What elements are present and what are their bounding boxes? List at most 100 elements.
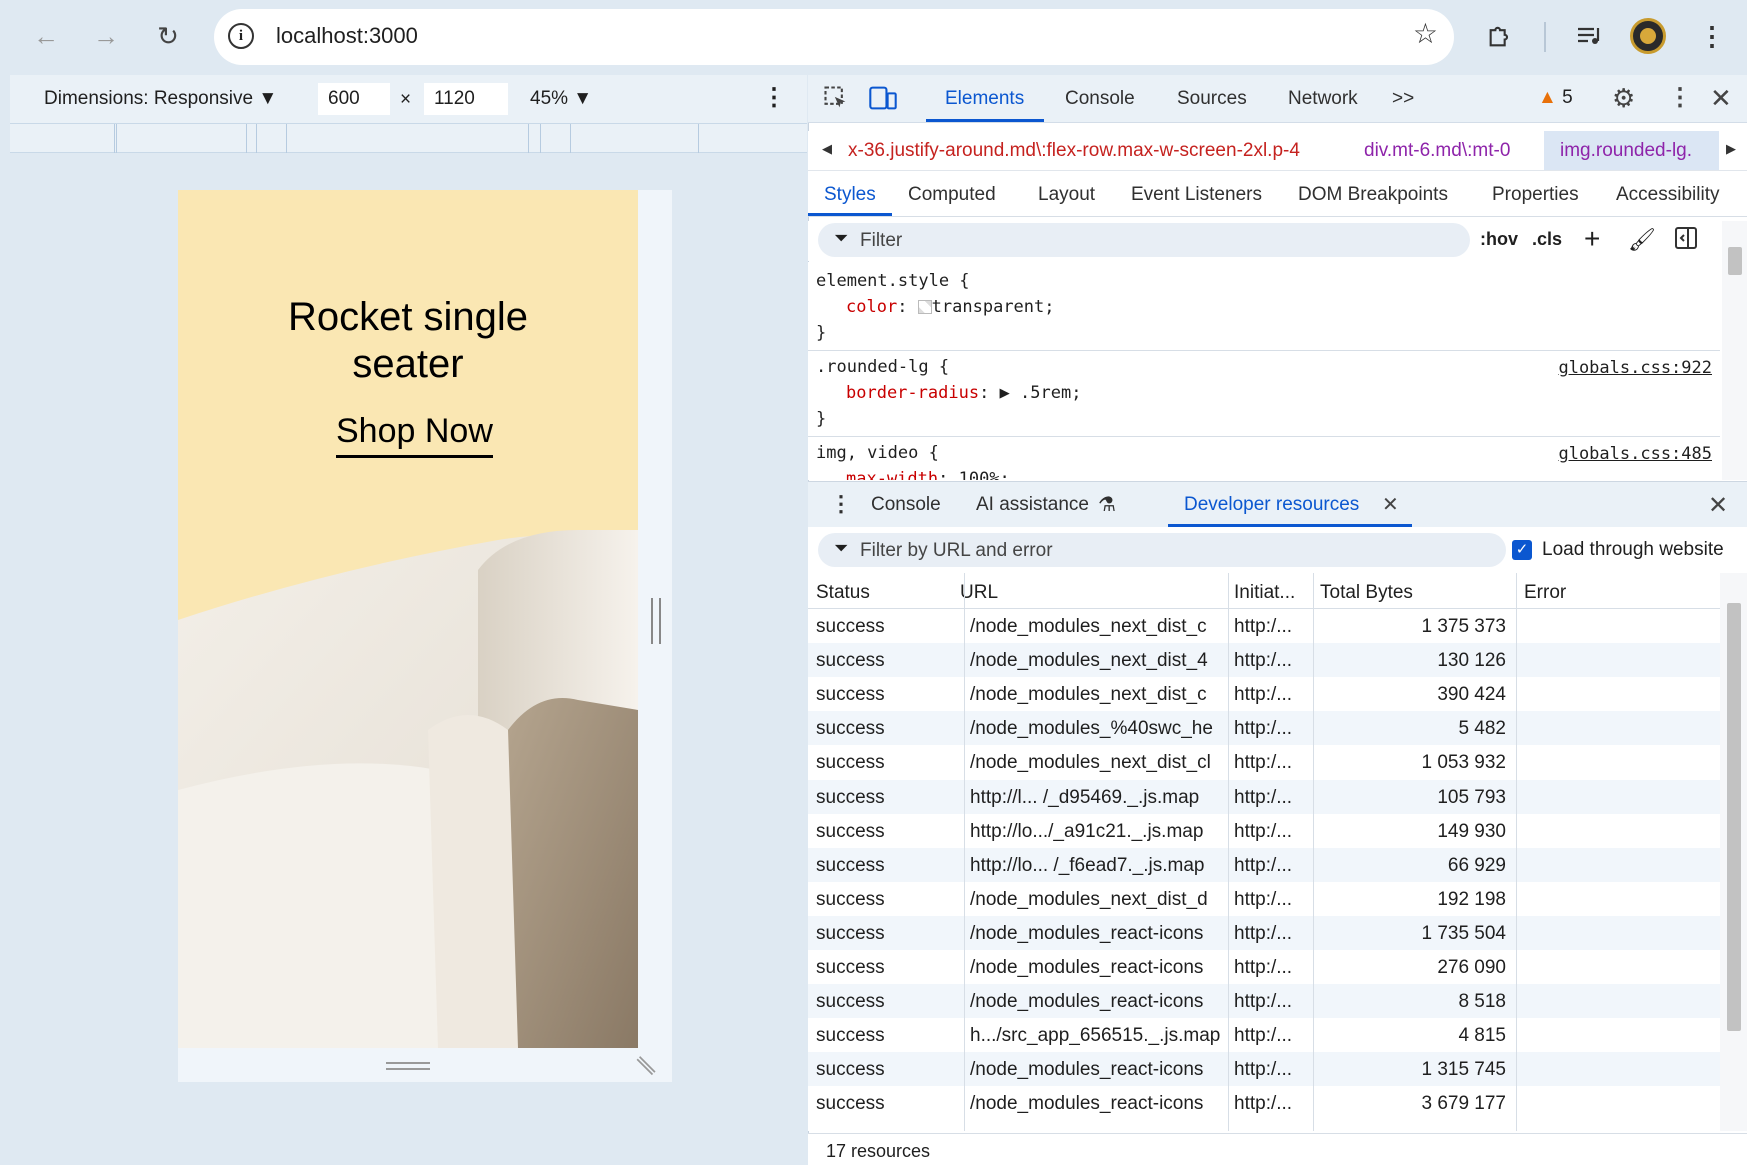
address-bar[interactable]: i localhost:3000 ☆ <box>214 9 1454 65</box>
table-row[interactable]: success/node_modules_react-icons http:/..… <box>808 915 1720 950</box>
url-text[interactable]: localhost:3000 <box>276 23 418 49</box>
table-row[interactable]: success h.../src_app_656515._.js.map http:… <box>808 1018 1720 1052</box>
tab-layout[interactable]: Layout <box>1038 184 1095 206</box>
cell-initiator: http:/... <box>1234 888 1293 910</box>
table-row[interactable]: success/node_modules_next_dist_c http:/..… <box>808 609 1720 643</box>
close-tab-icon[interactable]: ✕ <box>1382 492 1399 517</box>
chair-image <box>178 530 638 1048</box>
breadcrumb-item-selected[interactable]: img.rounded-lg. <box>1544 131 1719 170</box>
shop-now-link[interactable]: Shop Now <box>336 412 493 458</box>
dimensions-dropdown[interactable]: Dimensions: Responsive ▼ <box>44 88 277 110</box>
css-property[interactable]: border-radius <box>846 383 979 403</box>
info-icon[interactable]: i <box>228 23 254 49</box>
tab-dom-breakpoints[interactable]: DOM Breakpoints <box>1298 184 1448 206</box>
table-row[interactable]: success/node_modules_react-icons http:/..… <box>808 1052 1720 1087</box>
breadcrumb-right-icon[interactable]: ▶ <box>1726 141 1736 157</box>
tab-ai-assistance[interactable]: AI assistance <box>976 494 1089 516</box>
cls-toggle[interactable]: .cls <box>1532 229 1562 250</box>
table-row[interactable]: success/node_modules_next_dist_4 http:/..… <box>808 643 1720 678</box>
filter-icon: ⏷ <box>834 228 849 248</box>
table-row[interactable]: success/node_modules_react-icons http:/..… <box>808 950 1720 984</box>
zoom-dropdown[interactable]: 45% ▼ <box>530 88 592 110</box>
tab-sources[interactable]: Sources <box>1177 88 1247 110</box>
load-through-website-checkbox[interactable]: ✓ <box>1512 540 1532 560</box>
paint-brush-icon[interactable]: 🖌 <box>1628 227 1656 253</box>
toggle-sidebar-icon[interactable] <box>1674 226 1698 256</box>
breadcrumb-item[interactable]: x-36.justify-around.md\:flex-row.max-w-s… <box>848 140 1300 162</box>
new-rule-icon[interactable]: + <box>1584 223 1600 255</box>
column-total-bytes[interactable]: Total Bytes <box>1320 582 1413 604</box>
tab-console[interactable]: Console <box>1065 88 1135 110</box>
column-status[interactable]: Status <box>816 582 870 604</box>
css-value[interactable]: ▶ .5rem; <box>1000 383 1082 403</box>
device-toggle-icon[interactable] <box>868 84 898 118</box>
avatar[interactable] <box>1630 18 1666 54</box>
close-drawer-icon[interactable]: ✕ <box>1708 491 1728 520</box>
css-property[interactable]: color <box>846 297 897 317</box>
tab-styles[interactable]: Styles <box>824 184 876 206</box>
resize-handle-right[interactable] <box>651 598 661 644</box>
url-filter-input[interactable]: ⏷ Filter by URL and error <box>818 533 1506 567</box>
close-devtools-icon[interactable]: ✕ <box>1710 83 1732 114</box>
color-swatch[interactable] <box>917 300 932 314</box>
css-property[interactable]: max-width <box>846 469 938 480</box>
css-value[interactable]: 100%; <box>959 469 1010 480</box>
kebab-menu-icon[interactable]: ⋮ <box>1690 14 1734 58</box>
cell-initiator: http:/... <box>1234 718 1293 740</box>
column-url[interactable]: URL <box>960 582 998 604</box>
table-row[interactable]: success/node_modules_react-icons http:/..… <box>808 1086 1720 1120</box>
resize-handle-bottom[interactable] <box>386 1062 430 1070</box>
reload-button[interactable]: ↻ <box>146 14 190 58</box>
breadcrumb-left-icon[interactable]: ◀ <box>822 141 832 157</box>
breadcrumb-item[interactable]: div.mt-6.md\:mt-0 <box>1364 140 1510 162</box>
devtools-more-icon[interactable]: ⋮ <box>1668 83 1692 112</box>
warnings-badge[interactable]: ▲ 5 <box>1538 87 1573 109</box>
tab-network[interactable]: Network <box>1288 88 1358 110</box>
tab-event-listeners[interactable]: Event Listeners <box>1131 184 1262 206</box>
cell-initiator: http:/... <box>1234 752 1293 774</box>
tab-accessibility[interactable]: Accessibility <box>1616 184 1719 206</box>
tab-developer-resources[interactable]: Developer resources <box>1184 494 1359 516</box>
hov-toggle[interactable]: :hov <box>1480 229 1518 250</box>
media-query-ruler[interactable] <box>10 123 807 154</box>
width-input[interactable] <box>318 83 390 115</box>
active-tab-indicator <box>926 119 1044 122</box>
forward-button[interactable]: → <box>84 14 128 58</box>
css-rule[interactable]: element.style { color: transparent; } <box>816 268 1716 346</box>
table-scrollbar[interactable] <box>1720 573 1747 1131</box>
inspect-element-icon[interactable] <box>822 84 850 118</box>
table-row[interactable]: success http://lo.../_a91c21._.js.map http… <box>808 814 1720 848</box>
height-input[interactable] <box>424 83 508 115</box>
page-preview: Rocket single seater Shop Now <box>178 190 638 1048</box>
table-row[interactable]: success/node_modules_react-icons http:/..… <box>808 984 1720 1019</box>
table-row[interactable]: success http://l... /_d95469._.js.map http… <box>808 779 1720 814</box>
table-row[interactable]: success/node_modules_%40swc_he http:/... 5… <box>808 711 1720 746</box>
settings-gear-icon[interactable]: ⚙ <box>1612 83 1635 114</box>
more-tabs-icon[interactable]: >> <box>1392 88 1414 110</box>
table-row[interactable]: success/node_modules_next_dist_d http:/..… <box>808 882 1720 916</box>
puzzle-icon[interactable] <box>1478 14 1522 58</box>
drawer-more-icon[interactable]: ⋮ <box>830 491 852 517</box>
cell-status: success <box>816 922 885 944</box>
source-link[interactable]: globals.css:922 <box>1558 358 1712 378</box>
css-value[interactable]: transparent; <box>932 297 1055 317</box>
tab-elements[interactable]: Elements <box>945 88 1024 110</box>
column-error[interactable]: Error <box>1524 582 1566 604</box>
media-queue-icon[interactable] <box>1568 14 1612 58</box>
styles-scrollbar[interactable] <box>1722 221 1747 480</box>
table-row[interactable]: success/node_modules_next_dist_c http:/..… <box>808 677 1720 711</box>
cell-status: success <box>816 684 885 706</box>
tab-drawer-console[interactable]: Console <box>871 494 941 516</box>
star-icon[interactable]: ☆ <box>1413 17 1438 50</box>
styles-filter-input[interactable]: ⏷ Filter <box>818 223 1470 257</box>
source-link[interactable]: globals.css:485 <box>1558 444 1712 464</box>
back-button[interactable]: ← <box>24 14 68 58</box>
cell-url: /node_modules_react-icons <box>970 991 1204 1013</box>
device-more-icon[interactable]: ⋮ <box>762 83 786 112</box>
table-row[interactable]: success/node_modules_next_dist_cl http:/.… <box>808 745 1720 779</box>
tab-computed[interactable]: Computed <box>908 184 996 206</box>
table-row[interactable]: success http://lo... /_f6ead7._.js.map htt… <box>808 847 1720 882</box>
tab-properties[interactable]: Properties <box>1492 184 1579 206</box>
cell-url: /node_modules_react-icons <box>970 1093 1204 1115</box>
column-initiator[interactable]: Initiat... <box>1234 582 1295 604</box>
